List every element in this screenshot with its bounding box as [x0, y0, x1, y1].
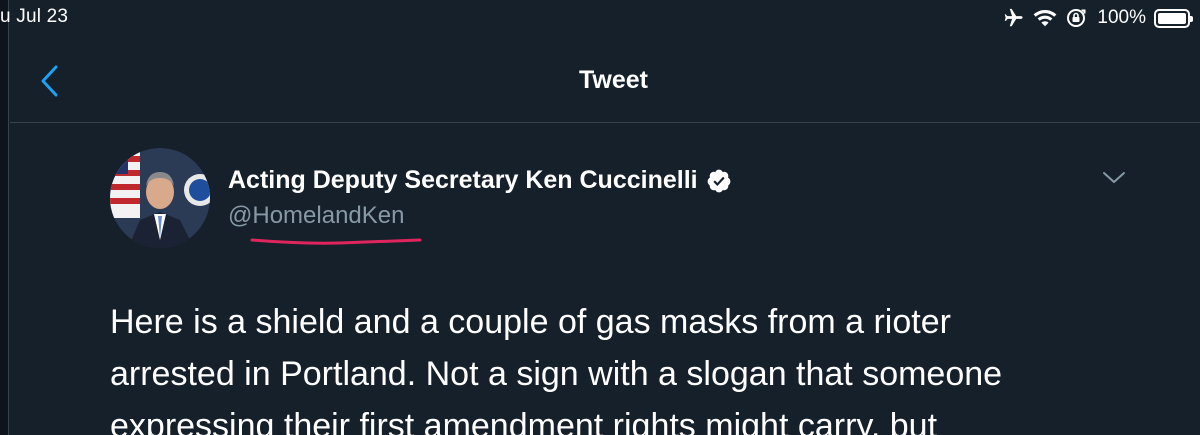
- status-indicators: 100%: [1001, 7, 1193, 29]
- red-underline-annotation: [250, 238, 422, 245]
- verified-badge-icon: [707, 169, 730, 192]
- chevron-down-icon: [1103, 172, 1125, 183]
- navigation-bar: Tweet: [10, 40, 1200, 123]
- tweet-text-line: arrested in Portland. Not a sign with a …: [110, 355, 1003, 393]
- battery-nub: [1190, 15, 1193, 22]
- battery-level-fill: [1158, 12, 1186, 24]
- battery-percent: 100%: [1097, 7, 1146, 28]
- tweet-text-line: expressing their first amendment rights …: [110, 407, 938, 435]
- orientation-lock-icon: [1065, 7, 1087, 29]
- status-date: u Jul 23: [0, 6, 69, 27]
- tweet-detail: Acting Deputy Secretary Ken Cuccinelli @…: [10, 124, 1200, 435]
- tweet-text: Here is a shield and a couple of gas mas…: [110, 296, 1170, 435]
- author-name-text: Acting Deputy Secretary Ken Cuccinelli: [228, 166, 698, 194]
- wifi-icon: [1033, 8, 1057, 28]
- author-name[interactable]: Acting Deputy Secretary Ken Cuccinelli: [228, 166, 732, 195]
- split-view-edge: [0, 0, 9, 435]
- tweet-text-line: Here is a shield and a couple of gas mas…: [110, 303, 951, 341]
- page-title: Tweet: [579, 66, 648, 94]
- twitter-app-screen: u Jul 23 100% Tweet Acting Deputy Secret…: [0, 0, 1200, 435]
- tweet-options-button[interactable]: [1100, 168, 1128, 188]
- author-handle[interactable]: @HomelandKen: [228, 202, 404, 230]
- status-bar: u Jul 23 100%: [0, 0, 1200, 40]
- airplane-icon: [1001, 7, 1025, 29]
- battery-icon: [1154, 8, 1193, 28]
- avatar[interactable]: [110, 148, 210, 248]
